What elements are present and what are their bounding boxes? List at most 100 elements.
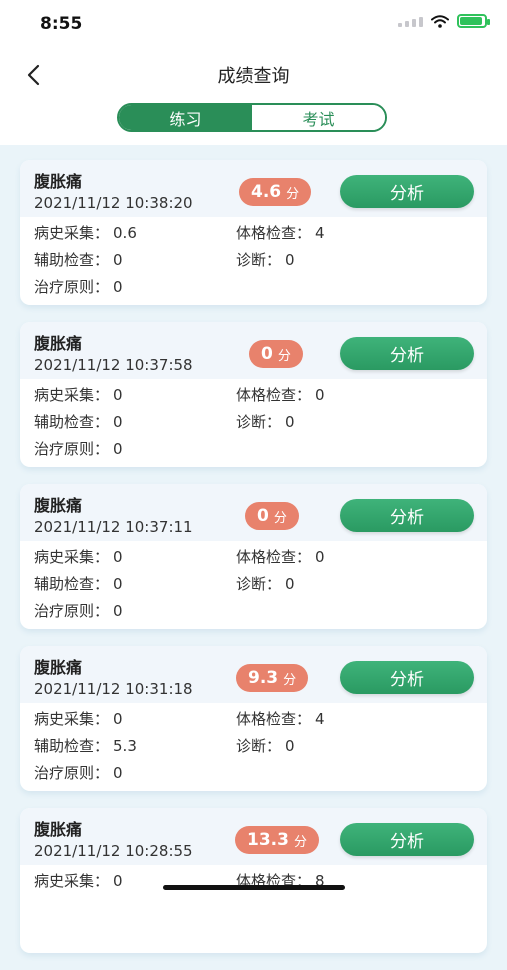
card-header: 腹胀痛 2021/11/12 10:28:55 13.3 分 分析 xyxy=(20,808,487,865)
auxiliary-exam-score: 辅助检查： 0 xyxy=(34,573,123,594)
field-label: 辅助检查： xyxy=(34,413,110,431)
score-value: 0 xyxy=(261,344,273,364)
field-label: 辅助检查： xyxy=(34,737,110,755)
field-value: 0 xyxy=(113,386,123,404)
treatment-principle-score: 治疗原则： 0 xyxy=(34,438,123,459)
card-header: 腹胀痛 2021/11/12 10:37:11 0分 分析 xyxy=(20,484,487,541)
history-taking-score: 病史采集： 0.6 xyxy=(34,222,137,243)
score-badge: 13.3 分 xyxy=(235,826,319,854)
nav-bar: 成绩查询 练习 考试 xyxy=(0,50,507,145)
field-value: 0 xyxy=(285,737,295,755)
history-taking-score: 病史采集： 0 xyxy=(34,546,123,567)
status-time: 8:55 xyxy=(40,14,83,34)
history-taking-score: 病史采集： 0 xyxy=(34,870,123,891)
tab-exam[interactable]: 考试 xyxy=(252,105,385,130)
case-name: 腹胀痛 xyxy=(34,820,83,839)
field-label: 病史采集： xyxy=(34,710,110,728)
field-label: 病史采集： xyxy=(34,872,110,890)
treatment-principle-score: 治疗原则： 0 xyxy=(34,276,123,297)
score-badge: 0分 xyxy=(249,340,303,368)
field-value: 0.6 xyxy=(113,224,137,242)
field-value: 0 xyxy=(113,602,123,620)
field-label: 治疗原则： xyxy=(34,440,110,458)
score-unit: 分 xyxy=(293,834,307,850)
record-time: 2021/11/12 10:31:18 xyxy=(34,680,193,698)
field-label: 体格检查： xyxy=(236,548,312,566)
diagnosis-score: 诊断： 0 xyxy=(236,411,295,432)
case-name: 腹胀痛 xyxy=(34,172,83,191)
physical-exam-score: 体格检查： 4 xyxy=(236,708,325,729)
analyze-button[interactable]: 分析 xyxy=(340,823,474,856)
field-label: 治疗原则： xyxy=(34,278,110,296)
analyze-button[interactable]: 分析 xyxy=(340,337,474,370)
field-value: 0 xyxy=(113,251,123,269)
auxiliary-exam-score: 辅助检查： 0 xyxy=(34,411,123,432)
field-value: 0 xyxy=(285,251,295,269)
field-label: 体格检查： xyxy=(236,224,312,242)
score-badge: 9.3 分 xyxy=(236,664,309,692)
score-unit: 分 xyxy=(286,186,300,202)
field-value: 4 xyxy=(315,224,325,242)
field-value: 0 xyxy=(113,710,123,728)
status-bar: 8:55 xyxy=(0,0,507,50)
field-label: 辅助检查： xyxy=(34,575,110,593)
field-value: 0 xyxy=(113,440,123,458)
field-value: 0 xyxy=(113,278,123,296)
status-icons xyxy=(398,14,490,28)
physical-exam-score: 体格检查： 0 xyxy=(236,546,325,567)
field-label: 治疗原则： xyxy=(34,602,110,620)
score-badge: 4.6 分 xyxy=(239,178,312,206)
cellular-signal-icon xyxy=(398,15,423,27)
field-value: 0 xyxy=(285,575,295,593)
record-time: 2021/11/12 10:28:55 xyxy=(34,842,193,860)
score-value: 0 xyxy=(257,506,269,526)
auxiliary-exam-score: 辅助检查： 0 xyxy=(34,249,123,270)
field-value: 4 xyxy=(315,710,325,728)
score-record-card: 腹胀痛 2021/11/12 10:37:58 0分 分析 病史采集： 0 体格检… xyxy=(20,322,487,467)
field-value: 0 xyxy=(315,386,325,404)
field-value: 0 xyxy=(113,575,123,593)
case-name: 腹胀痛 xyxy=(34,496,83,515)
field-value: 5.3 xyxy=(113,737,137,755)
card-header: 腹胀痛 2021/11/12 10:31:18 9.3 分 分析 xyxy=(20,646,487,703)
diagnosis-score: 诊断： 0 xyxy=(236,573,295,594)
card-header: 腹胀痛 2021/11/12 10:37:58 0分 分析 xyxy=(20,322,487,379)
treatment-principle-score: 治疗原则： 0 xyxy=(34,600,123,621)
case-name: 腹胀痛 xyxy=(34,334,83,353)
field-label: 治疗原则： xyxy=(34,764,110,782)
score-record-card: 腹胀痛 2021/11/12 10:37:11 0分 分析 病史采集： 0 体格检… xyxy=(20,484,487,629)
score-value: 13.3 xyxy=(247,830,289,850)
field-value: 0 xyxy=(113,548,123,566)
field-label: 诊断： xyxy=(236,575,282,593)
diagnosis-score: 诊断： 0 xyxy=(236,249,295,270)
field-value: 0 xyxy=(285,413,295,431)
score-unit: 分 xyxy=(273,510,287,526)
score-record-card: 腹胀痛 2021/11/12 10:31:18 9.3 分 分析 病史采集： 0 体… xyxy=(20,646,487,791)
field-label: 诊断： xyxy=(236,737,282,755)
field-value: 0 xyxy=(113,872,123,890)
physical-exam-score: 体格检查： 4 xyxy=(236,222,325,243)
diagnosis-score: 诊断： 0 xyxy=(236,735,295,756)
history-taking-score: 病史采集： 0 xyxy=(34,384,123,405)
analyze-button[interactable]: 分析 xyxy=(340,499,474,532)
page-title: 成绩查询 xyxy=(217,66,290,87)
analyze-button[interactable]: 分析 xyxy=(340,175,474,208)
field-label: 辅助检查： xyxy=(34,251,110,269)
tab-practice[interactable]: 练习 xyxy=(119,105,252,130)
field-value: 0 xyxy=(315,548,325,566)
field-value: 0 xyxy=(113,413,123,431)
history-taking-score: 病史采集： 0 xyxy=(34,708,123,729)
home-indicator[interactable] xyxy=(163,885,345,890)
field-label: 诊断： xyxy=(236,413,282,431)
score-unit: 分 xyxy=(277,348,291,364)
field-label: 诊断： xyxy=(236,251,282,269)
mode-segmented-control: 练习 考试 xyxy=(117,103,387,132)
score-badge: 0分 xyxy=(245,502,299,530)
score-unit: 分 xyxy=(283,672,297,688)
card-header: 腹胀痛 2021/11/12 10:38:20 4.6 分 分析 xyxy=(20,160,487,217)
field-label: 病史采集： xyxy=(34,386,110,404)
wifi-icon xyxy=(431,14,449,28)
score-record-card: 腹胀痛 2021/11/12 10:28:55 13.3 分 分析 病史采集： 0 … xyxy=(20,808,487,953)
score-value: 4.6 xyxy=(251,182,282,202)
analyze-button[interactable]: 分析 xyxy=(340,661,474,694)
